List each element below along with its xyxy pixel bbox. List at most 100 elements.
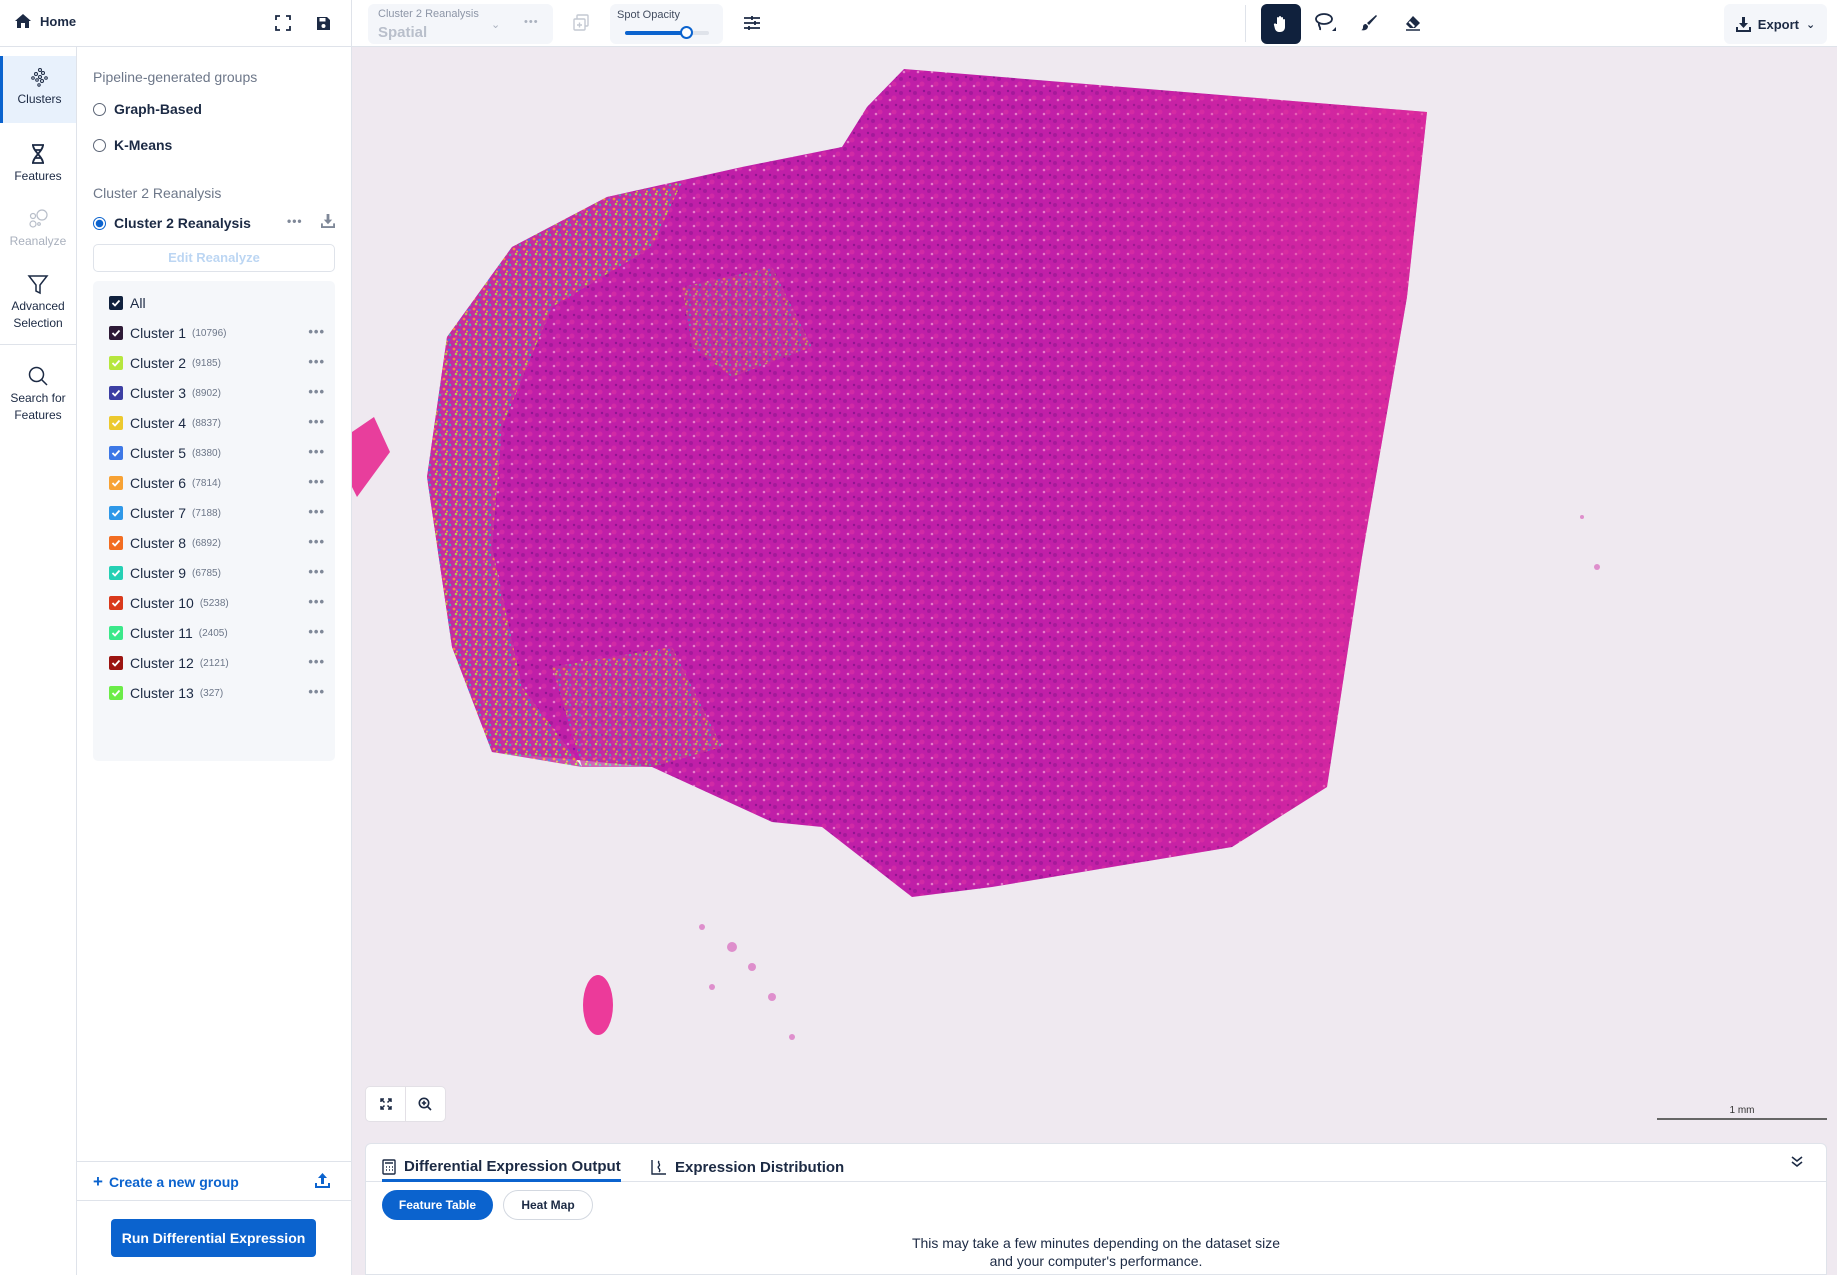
checkbox[interactable] [109,476,123,490]
cluster-row[interactable]: Cluster 12 (2121) ••• [109,653,325,673]
rail-item-label: Features [14,169,62,183]
divider [77,1161,351,1162]
tab-expression-distribution[interactable]: Expression Distribution [651,1154,844,1180]
divider [351,0,352,47]
download-icon[interactable] [320,214,335,228]
group-option-cluster-2-reanalysis[interactable]: Cluster 2 Reanalysis [93,215,251,231]
checkbox[interactable] [109,626,123,640]
cluster-row[interactable]: Cluster 13 (327) ••• [109,683,325,703]
heat-map-button[interactable]: Heat Map [503,1190,593,1220]
checkbox[interactable] [109,386,123,400]
more-options-button[interactable]: ••• [308,624,325,639]
more-options-button[interactable]: ••• [308,354,325,369]
more-options-button[interactable]: ••• [308,324,325,339]
more-options-button[interactable]: ••• [308,504,325,519]
more-options-button[interactable]: ••• [287,214,303,228]
more-options-button[interactable]: ••• [308,414,325,429]
lasso-tool-button[interactable] [1312,10,1338,36]
edit-reanalyze-button[interactable]: Edit Reanalyze [93,244,335,272]
collapse-drawer-button[interactable] [1790,1154,1804,1173]
rail-item-features[interactable]: Features [0,137,76,185]
more-options-button[interactable]: ••• [308,534,325,549]
fullscreen-button[interactable] [273,13,293,33]
check-icon [111,599,121,607]
duplicate-view-button[interactable] [571,13,591,33]
checkbox[interactable] [109,656,123,670]
cluster-panel: Pipeline-generated groups Graph-Based K-… [77,47,352,1275]
top-toolbar: Home Cluster 2 Reanalysis Spatial ⌄ ••• … [0,0,1837,47]
cluster-row[interactable]: Cluster 6 (7814) ••• [109,473,325,493]
group-option-graph-based[interactable]: Graph-Based [93,101,202,117]
export-button[interactable]: Export ⌄ [1724,4,1827,44]
checkbox[interactable] [109,446,123,460]
checkbox[interactable] [109,596,123,610]
group-option-k-means[interactable]: K-Means [93,137,172,153]
radio-button[interactable] [93,102,106,116]
more-options-button[interactable]: ••• [308,474,325,489]
sliders-icon [744,16,760,30]
upload-icon[interactable] [315,1173,330,1188]
rail-item-reanalyze[interactable]: Reanalyze [0,202,76,250]
tab-label: Expression Distribution [675,1158,845,1176]
cluster-row[interactable]: Cluster 8 (6892) ••• [109,533,325,553]
home-link[interactable]: Home [14,13,76,29]
cluster-row[interactable]: Cluster 5 (8380) ••• [109,443,325,463]
check-icon [111,389,121,397]
more-options-button[interactable]: ••• [524,16,539,28]
home-label: Home [40,13,77,29]
rail-item-search-features[interactable]: Search for Features [0,359,76,424]
more-options-button[interactable]: ••• [308,384,325,399]
brush-tool-button[interactable] [1356,10,1382,36]
more-options-button[interactable]: ••• [308,654,325,669]
search-icon [28,366,48,386]
checkbox[interactable] [109,536,123,550]
cluster-row[interactable]: Cluster 9 (6785) ••• [109,563,325,583]
cluster-row-all[interactable]: All [109,293,325,313]
eraser-tool-button[interactable] [1400,10,1426,36]
cluster-row[interactable]: Cluster 7 (7188) ••• [109,503,325,523]
cluster-row[interactable]: Cluster 2 (9185) ••• [109,353,325,373]
view-selector[interactable]: Cluster 2 Reanalysis Spatial ⌄ ••• [368,4,553,44]
rail-item-label: Search for Features [10,391,66,422]
more-options-button[interactable]: ••• [308,444,325,459]
more-options-button[interactable]: ••• [308,564,325,579]
checkbox[interactable] [109,326,123,340]
save-button[interactable] [313,13,333,33]
checkbox[interactable] [109,506,123,520]
slider-thumb[interactable] [680,26,694,39]
check-icon [111,479,121,487]
radio-button[interactable] [93,138,106,152]
eraser-icon [1406,16,1420,31]
run-differential-expression-button[interactable]: Run Differential Expression [111,1219,316,1257]
checkbox[interactable] [109,686,123,700]
more-options-button[interactable]: ••• [308,594,325,609]
settings-button[interactable] [742,13,762,33]
checkbox[interactable] [109,296,123,310]
cluster-row[interactable]: Cluster 11 (2405) ••• [109,623,325,643]
checkbox[interactable] [109,356,123,370]
cluster-row[interactable]: Cluster 1 (10796) ••• [109,323,325,343]
group-label: K-Means [114,137,173,153]
feature-table-button[interactable]: Feature Table [382,1190,493,1220]
cluster-count: (8380) [192,447,221,459]
checkbox[interactable] [109,566,123,580]
zoom-in-button[interactable] [406,1087,445,1121]
icon-rail: Clusters Features Reanalyze Advanced Sel… [0,47,77,1275]
spot-opacity-slider[interactable] [625,26,709,39]
tab-differential-expression-output[interactable]: Differential Expression Output [382,1154,621,1182]
spatial-canvas[interactable]: 1 mm [352,47,1837,1275]
cluster-count: (2121) [199,657,229,669]
cluster-row[interactable]: Cluster 10 (5238) ••• [109,593,325,613]
cluster-row[interactable]: Cluster 4 (8837) ••• [109,413,325,433]
cluster-list: All Cluster 1 (10796) ••• Cluster 2 (9185) ••… [93,281,335,761]
checkbox[interactable] [109,416,123,430]
rail-item-advanced-selection[interactable]: Advanced Selection [0,267,76,332]
create-group-link[interactable]: + Create a new group [93,1173,239,1190]
tissue-image[interactable] [352,47,1837,1137]
more-options-button[interactable]: ••• [308,684,325,699]
pan-tool-button[interactable] [1261,4,1301,44]
fit-to-screen-button[interactable] [366,1087,405,1121]
cluster-row[interactable]: Cluster 3 (8902) ••• [109,383,325,403]
rail-item-clusters[interactable]: Clusters [0,56,76,123]
radio-button[interactable] [93,216,106,230]
